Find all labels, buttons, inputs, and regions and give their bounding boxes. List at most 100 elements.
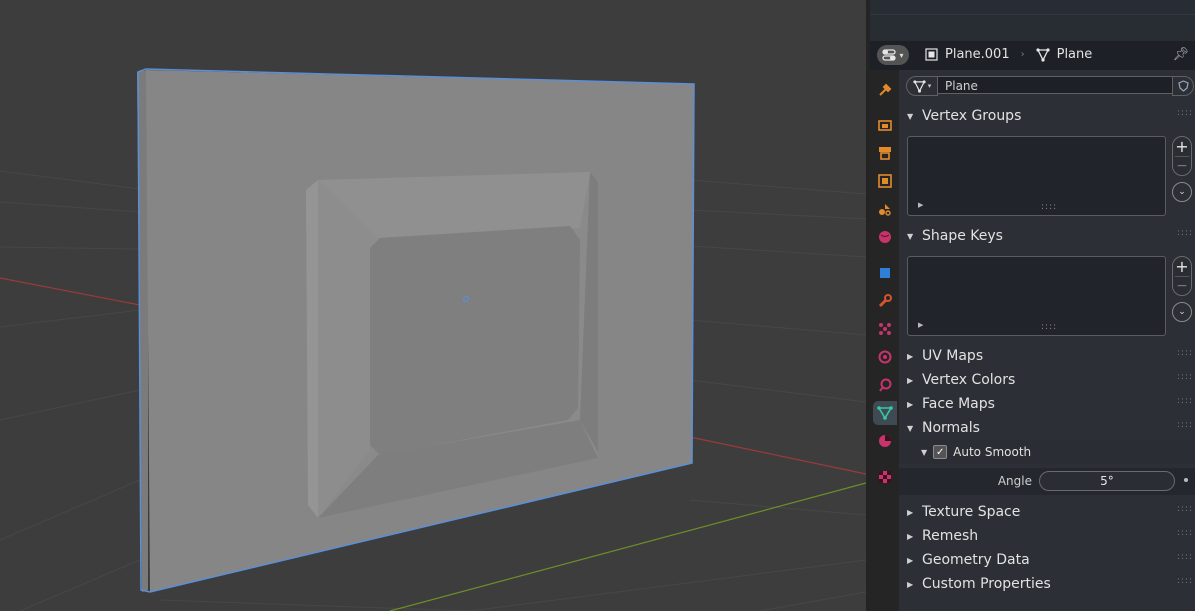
drag-handle-icon[interactable]: ::::: [1177, 529, 1193, 538]
tab-view-layer[interactable]: [873, 169, 897, 193]
shape-key-specials-button[interactable]: ⌄: [1172, 302, 1192, 322]
x-axis-line: [0, 277, 141, 306]
vertex-group-buttons: + − ⌄: [1172, 136, 1192, 202]
auto-smooth-checkbox[interactable]: ✓: [933, 445, 948, 459]
wrench-icon: [878, 294, 892, 308]
add-remove-pill: + −: [1172, 256, 1192, 296]
panel-face-maps[interactable]: ▶ Face Maps ::::: [899, 392, 1195, 416]
collapsed-triangle-icon: ▶: [907, 555, 914, 565]
breadcrumb: Plane.001 › Plane: [925, 47, 1092, 62]
auto-smooth-subpanel[interactable]: ▼ ✓ Auto Smooth: [899, 440, 1195, 464]
panel-shape-keys[interactable]: ▼ Shape Keys ::::: [899, 224, 1195, 248]
shield-icon: [1177, 80, 1189, 92]
panel-title: Texture Space: [922, 504, 1021, 520]
mesh-datablock-selector: ▾ Plane: [906, 76, 1194, 96]
chevron-down-icon: ▾: [927, 82, 932, 90]
pin-icon[interactable]: 📌︎: [1172, 47, 1189, 62]
fake-user-button[interactable]: [1172, 76, 1194, 96]
remove-vertex-group-button[interactable]: −: [1173, 157, 1191, 175]
angle-row: Angle 5°: [899, 468, 1195, 495]
particles-icon: [879, 323, 891, 335]
breadcrumb-object-name: Plane.001: [945, 47, 1010, 62]
output-icon: [879, 147, 891, 160]
drag-handle-icon[interactable]: ::::: [1177, 505, 1193, 514]
collapsed-triangle-icon: ▶: [907, 579, 914, 589]
properties-editor-icon: [882, 49, 897, 61]
tab-render[interactable]: [873, 113, 897, 137]
shape-key-buttons: + − ⌄: [1172, 256, 1192, 322]
tool-icon: [879, 83, 892, 96]
panel-title: Remesh: [922, 528, 979, 544]
drag-handle-icon[interactable]: ::::: [1177, 577, 1193, 586]
collapsed-triangle-icon: ▶: [907, 531, 914, 541]
expand-triangle-icon[interactable]: ▶: [918, 321, 923, 329]
viewport-scene: [0, 68, 866, 611]
panel-uv-maps[interactable]: ▶ UV Maps ::::: [899, 344, 1195, 368]
mesh-name-field[interactable]: Plane: [937, 76, 1173, 94]
constraints-icon: [879, 378, 892, 392]
resize-handle-icon[interactable]: ::::: [1041, 323, 1057, 332]
collapsed-triangle-icon: ▶: [907, 399, 914, 409]
x-axis-line-right: [689, 436, 866, 475]
properties-editor: ▾ Plane.001 › Plane 📌︎ ▾ Plane ▼ Vertex …: [870, 0, 1195, 611]
mesh-data-icon: [877, 406, 893, 420]
world-icon: [879, 231, 891, 243]
breadcrumb-mesh-name: Plane: [1056, 47, 1093, 62]
tab-material[interactable]: [873, 429, 897, 453]
panel-remesh[interactable]: ▶ Remesh ::::: [899, 524, 1195, 548]
panel-title: Face Maps: [922, 396, 995, 412]
panel-geometry-data[interactable]: ▶ Geometry Data ::::: [899, 548, 1195, 572]
panel-title: Normals: [922, 420, 980, 436]
add-shape-key-button[interactable]: +: [1173, 258, 1191, 276]
tab-particles[interactable]: [873, 317, 897, 341]
tab-modifiers[interactable]: [873, 289, 897, 313]
tab-scene[interactable]: [873, 197, 897, 221]
tab-tool[interactable]: [873, 78, 897, 102]
drag-handle-icon[interactable]: ::::: [1177, 373, 1193, 382]
remove-shape-key-button[interactable]: −: [1173, 277, 1191, 295]
expand-triangle-icon[interactable]: ▶: [918, 201, 923, 209]
mesh-data-icon: [913, 79, 926, 93]
vertex-group-specials-button[interactable]: ⌄: [1172, 182, 1192, 202]
angle-input[interactable]: 5°: [1039, 471, 1175, 491]
resize-handle-icon[interactable]: ::::: [1041, 203, 1057, 212]
browse-mesh-button[interactable]: ▾: [906, 76, 938, 96]
tab-object[interactable]: [873, 261, 897, 285]
tab-data[interactable]: [873, 401, 897, 425]
plane-object[interactable]: [137, 68, 695, 593]
tab-texture[interactable]: [873, 465, 897, 489]
shape-keys-list[interactable]: ▶ ::::: [907, 256, 1166, 336]
drag-handle-icon[interactable]: ::::: [1177, 421, 1193, 430]
tab-world[interactable]: [873, 225, 897, 249]
object-icon: [925, 48, 938, 61]
panel-custom-properties[interactable]: ▶ Custom Properties ::::: [899, 572, 1195, 596]
drag-handle-icon[interactable]: ::::: [1177, 397, 1193, 406]
panel-vertex-colors[interactable]: ▶ Vertex Colors ::::: [899, 368, 1195, 392]
chevron-right-icon: ›: [1020, 49, 1025, 60]
expanded-triangle-icon: ▼: [907, 423, 914, 433]
tab-output[interactable]: [873, 141, 897, 165]
physics-icon: [878, 350, 892, 364]
panel-title: UV Maps: [922, 348, 984, 364]
3d-viewport[interactable]: [0, 0, 866, 611]
add-vertex-group-button[interactable]: +: [1173, 138, 1191, 156]
tab-physics[interactable]: [873, 345, 897, 369]
drag-handle-icon[interactable]: ::::: [1177, 553, 1193, 562]
panel-normals[interactable]: ▼ Normals ::::: [899, 416, 1195, 440]
vertex-groups-list[interactable]: ▶ ::::: [907, 136, 1166, 216]
drag-handle-icon[interactable]: ::::: [1177, 349, 1193, 358]
panel-title: Shape Keys: [922, 228, 1003, 244]
auto-smooth-label: Auto Smooth: [953, 445, 1032, 459]
drag-handle-icon[interactable]: ::::: [1177, 109, 1193, 118]
panel-title: Vertex Colors: [922, 372, 1016, 388]
drag-handle-icon[interactable]: ::::: [1177, 229, 1193, 238]
editor-type-button[interactable]: ▾: [877, 45, 909, 65]
expanded-triangle-icon: ▼: [921, 447, 928, 457]
chevron-down-icon: ▾: [899, 50, 904, 60]
tab-constraints[interactable]: [873, 373, 897, 397]
top-area: [870, 0, 1195, 40]
panel-vertex-groups[interactable]: ▼ Vertex Groups ::::: [899, 104, 1195, 128]
collapsed-triangle-icon: ▶: [907, 507, 914, 517]
panel-texture-space[interactable]: ▶ Texture Space ::::: [899, 500, 1195, 524]
keyframe-dot-icon[interactable]: [1184, 478, 1188, 482]
